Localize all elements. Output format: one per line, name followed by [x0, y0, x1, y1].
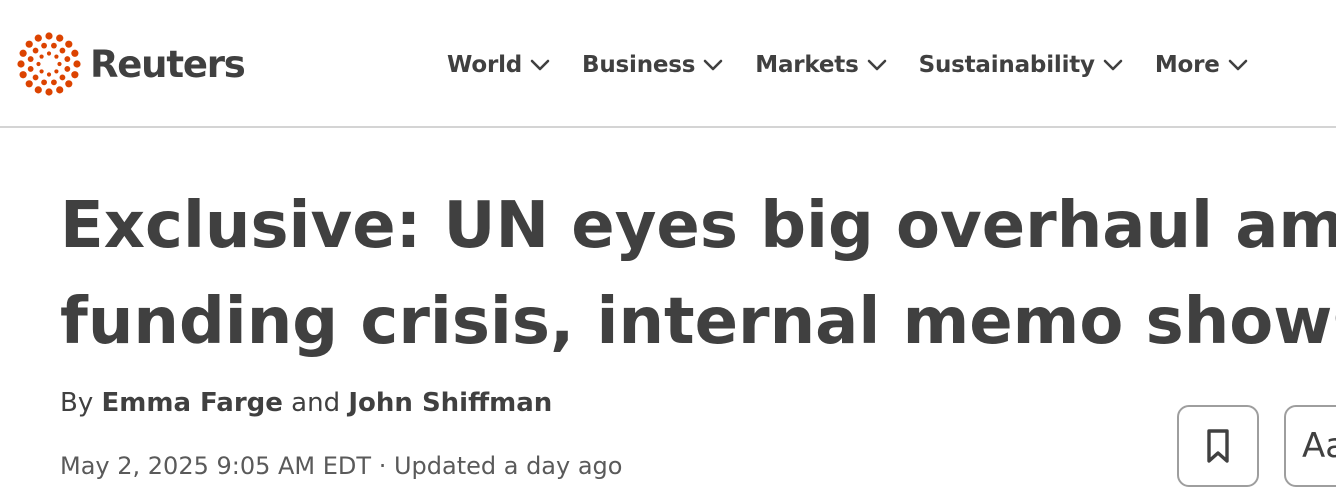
- logo-dot: [51, 79, 57, 86]
- logo-dot: [59, 47, 66, 54]
- logo-dot: [64, 56, 71, 62]
- nav-item-label: Business: [582, 52, 696, 78]
- chevron-down-icon: [1228, 59, 1247, 71]
- logo-dot: [46, 72, 52, 77]
- page: Reuters World Business Markets Sustainab…: [0, 0, 1336, 504]
- logo-dot: [71, 49, 79, 57]
- logo-dot: [54, 69, 59, 74]
- logo-dot: [41, 79, 47, 86]
- logo-dot: [41, 42, 47, 49]
- text-size-label: Aa: [1302, 426, 1336, 466]
- byline-and: and: [291, 388, 341, 418]
- logo-dot: [19, 49, 27, 57]
- logo-dot: [39, 54, 44, 59]
- nav-item-label: World: [447, 52, 523, 78]
- logo-dot: [34, 86, 42, 94]
- author-link-john-shiffman[interactable]: John Shiffman: [348, 388, 552, 418]
- logo-dot: [46, 51, 52, 56]
- reuters-logo-icon: [17, 32, 81, 96]
- nav-item-business[interactable]: Business: [582, 52, 723, 78]
- logo-dot: [36, 61, 41, 67]
- byline-prefix: By: [60, 388, 94, 418]
- logo-dot: [32, 47, 39, 54]
- logo-dot: [27, 56, 34, 62]
- author-link-emma-farge[interactable]: Emma Farge: [102, 388, 283, 418]
- logo-dot: [45, 32, 53, 40]
- nav-item-more[interactable]: More: [1155, 52, 1248, 78]
- logo-dot: [57, 61, 62, 67]
- nav-item-markets[interactable]: Markets: [755, 52, 886, 78]
- logo-dot: [59, 74, 66, 81]
- logo-dot: [32, 74, 39, 81]
- logo-dot: [19, 71, 27, 79]
- logo-dot: [34, 34, 42, 42]
- chevron-down-icon: [703, 59, 723, 71]
- headline-line-2: funding crisis, internal memo shows: [60, 285, 1336, 359]
- logo-dot: [73, 60, 81, 68]
- logo-text: Reuters: [90, 42, 246, 86]
- logo-dot: [27, 66, 34, 72]
- site-header: Reuters World Business Markets Sustainab…: [0, 0, 1336, 128]
- logo-dot: [25, 80, 33, 88]
- logo-dot: [39, 69, 44, 74]
- nav-item-sustainability[interactable]: Sustainability: [919, 52, 1123, 78]
- chevron-down-icon: [867, 59, 886, 71]
- headline-line-1: Exclusive: UN eyes big overhaul amid: [60, 189, 1336, 263]
- logo-dot: [65, 80, 73, 88]
- byline: By Emma Farge and John Shiffman: [60, 388, 552, 418]
- logo-dot: [65, 40, 73, 48]
- article-headline: Exclusive: UN eyes big overhaul amid fun…: [60, 178, 1336, 370]
- bookmark-button[interactable]: [1177, 405, 1259, 487]
- chevron-down-icon: [1103, 59, 1123, 71]
- logo-dot: [45, 88, 53, 96]
- logo-dot: [54, 54, 59, 59]
- logo-dot: [51, 42, 57, 49]
- logo-dot: [17, 60, 25, 68]
- nav-item-label: More: [1154, 52, 1220, 78]
- logo-dot: [64, 66, 71, 72]
- reuters-logo[interactable]: Reuters: [16, 30, 246, 98]
- logo-dot: [25, 40, 33, 48]
- logo-dot: [56, 34, 64, 42]
- main-nav: World Business Markets Sustainability Mo…: [447, 44, 1248, 86]
- text-size-button[interactable]: Aa: [1284, 405, 1336, 487]
- logo-dot: [56, 86, 64, 94]
- chevron-down-icon: [530, 59, 550, 71]
- nav-item-label: Sustainability: [918, 52, 1095, 78]
- dateline: May 2, 2025 9:05 AM EDT · Updated a day …: [60, 452, 623, 480]
- nav-item-world[interactable]: World: [447, 52, 550, 78]
- bookmark-icon: [1207, 429, 1229, 463]
- logo-dot: [71, 71, 79, 79]
- nav-item-label: Markets: [755, 52, 859, 78]
